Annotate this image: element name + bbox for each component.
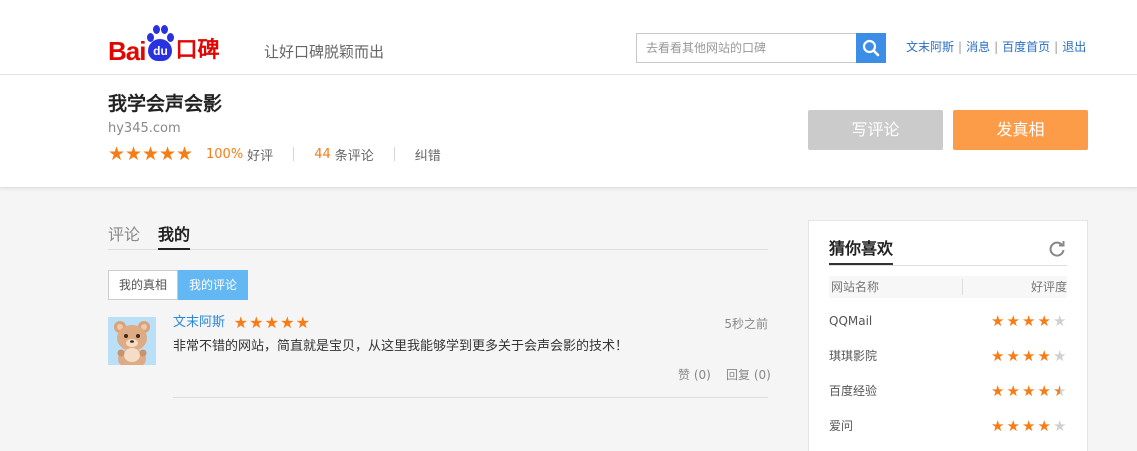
star-icon: ★ — [1037, 312, 1051, 330]
messages-link[interactable]: 消息 — [966, 38, 990, 56]
search-icon — [862, 39, 880, 57]
star-icon: ★ — [1053, 417, 1067, 435]
top-bar: Bai du 口碑 让好口碑脱颖而出 去看看其他网站的口碑 文末阿斯 | 消息 … — [0, 0, 1137, 75]
post-truth-button[interactable]: 发真相 — [953, 110, 1088, 150]
comment-divider — [173, 397, 768, 398]
star-icon: ★ — [1037, 382, 1051, 400]
recommend-row[interactable]: 爱问 ★ ★ ★ ★ ★ — [829, 416, 1067, 436]
sub-tabs: 我的真相 我的评论 — [108, 270, 249, 300]
subtab-my-reviews[interactable]: 我的评论 — [178, 270, 249, 300]
search-button[interactable] — [856, 33, 886, 63]
col-rating: 好评度 — [1030, 280, 1067, 294]
recommend-row[interactable]: 琪琪影院 ★ ★ ★ ★ ★ — [829, 346, 1067, 366]
star-icon: ★ — [249, 313, 264, 332]
comment-rating-stars: ★ ★ ★ ★ ★ — [233, 315, 311, 331]
review-count-label[interactable]: 条评论 — [335, 145, 374, 164]
baidu-paw-icon: du — [146, 24, 175, 64]
star-icon: ★ — [280, 313, 295, 332]
refresh-button[interactable] — [1047, 239, 1067, 259]
logo-paw-text: du — [148, 39, 173, 61]
star-icon: ★ — [991, 347, 1005, 365]
star-icon: ★ — [1053, 347, 1067, 365]
star-icon: ★ — [1006, 347, 1020, 365]
recommend-rating-stars: ★ ★ ★ ★ ★ — [990, 416, 1068, 436]
star-icon: ★ — [1006, 312, 1020, 330]
baidu-home-link[interactable]: 百度首页 — [1002, 38, 1050, 56]
comment-time: 5秒之前 — [724, 317, 768, 331]
star-icon: ★ — [1037, 417, 1051, 435]
baidu-koubei-logo[interactable]: Bai du 口碑 — [108, 18, 219, 64]
logo-suffix: 口碑 — [175, 38, 220, 63]
top-links: 文末阿斯 | 消息 | 百度首页 | 退出 — [906, 38, 1086, 56]
reply-button[interactable]: 回复 (0) — [726, 367, 771, 383]
review-count[interactable]: 44 — [314, 147, 331, 162]
star-icon: ★ — [142, 143, 160, 165]
site-rating-line: ★ ★ ★ ★ ★ 100% 好评 44 条评论 纠错 — [108, 143, 441, 165]
star-icon: ★ — [1053, 382, 1067, 400]
star-icon: ★ — [295, 313, 310, 332]
star-icon: ★ — [991, 417, 1005, 435]
star-icon: ★ — [1022, 347, 1036, 365]
recommend-row[interactable]: 百度经验 ★ ★ ★ ★ ★ — [829, 381, 1067, 401]
star-icon: ★ — [1037, 347, 1051, 365]
divider — [293, 147, 295, 161]
slogan: 让好口碑脱颖而出 — [264, 43, 385, 61]
star-icon: ★ — [264, 313, 279, 332]
star-icon: ★ — [125, 143, 143, 165]
star-icon: ★ — [1022, 312, 1036, 330]
star-icon: ★ — [233, 313, 248, 332]
tab-reviews[interactable]: 评论 — [108, 224, 140, 246]
star-icon: ★ — [159, 143, 177, 165]
comment-text: 非常不错的网站，简直就是宝贝，从这里我能够学到更多关于会声会影的技术！ — [173, 339, 629, 354]
star-icon: ★ — [1006, 417, 1020, 435]
panel-divider — [829, 265, 1067, 266]
star-icon: ★ — [1006, 382, 1020, 400]
good-rate: 100% — [206, 146, 244, 162]
link-separator: | — [958, 40, 963, 54]
write-review-button[interactable]: 写评论 — [808, 110, 943, 150]
refresh-icon — [1049, 241, 1065, 257]
recommend-site-name[interactable]: 爱问 — [829, 416, 853, 436]
recommend-table-header: 网站名称 好评度 — [829, 276, 1067, 298]
star-icon: ★ — [108, 143, 126, 165]
good-rate-label: 好评 — [247, 148, 274, 164]
recommend-rating-stars: ★ ★ ★ ★ ★ — [990, 381, 1068, 401]
link-separator: | — [1054, 40, 1059, 54]
main-tabs: 评论 我的 — [108, 224, 768, 250]
comment-user[interactable]: 文末阿斯 — [173, 315, 225, 331]
correct-link[interactable]: 纠错 — [415, 145, 441, 164]
recommend-title: 猜你喜欢 — [829, 239, 894, 265]
search-input[interactable]: 去看看其他网站的口碑 — [636, 33, 856, 63]
subtab-my-truth[interactable]: 我的真相 — [108, 270, 179, 300]
logo-text: Bai — [108, 36, 146, 66]
link-separator: | — [994, 40, 999, 54]
site-rating-stars: ★ ★ ★ ★ ★ — [108, 143, 194, 165]
divider — [393, 147, 395, 161]
like-button[interactable]: 赞 (0) — [678, 367, 711, 383]
recommend-site-name[interactable]: 琪琪影院 — [829, 346, 877, 366]
header-divider — [962, 279, 963, 295]
star-icon: ★ — [1022, 417, 1036, 435]
logout-link[interactable]: 退出 — [1062, 38, 1086, 56]
avatar[interactable] — [108, 317, 156, 365]
star-icon: ★ — [1022, 382, 1036, 400]
recommend-panel: 猜你喜欢 网站名称 好评度 QQMail ★ ★ ★ ★ ★ 琪琪影院 ★ ★ ★ ★ ★ 百度经验 ★ ★… — [808, 220, 1088, 451]
star-icon: ★ — [176, 143, 194, 165]
recommend-rating-stars: ★ ★ ★ ★ ★ — [990, 311, 1068, 331]
star-icon: ★ — [1053, 312, 1067, 330]
bear-avatar-icon — [108, 317, 156, 365]
tab-mine[interactable]: 我的 — [158, 224, 191, 250]
recommend-row[interactable]: QQMail ★ ★ ★ ★ ★ — [829, 311, 1067, 331]
recommend-site-name[interactable]: 百度经验 — [829, 381, 877, 401]
star-icon: ★ — [991, 382, 1005, 400]
site-url: hy345.com — [108, 121, 181, 136]
recommend-rating-stars: ★ ★ ★ ★ ★ — [990, 346, 1068, 366]
recommend-site-name[interactable]: QQMail — [829, 311, 872, 331]
col-site-name: 网站名称 — [831, 280, 880, 294]
user-link[interactable]: 文末阿斯 — [906, 38, 954, 56]
star-icon: ★ — [991, 312, 1005, 330]
site-title: 我学会声会影 — [108, 93, 223, 115]
